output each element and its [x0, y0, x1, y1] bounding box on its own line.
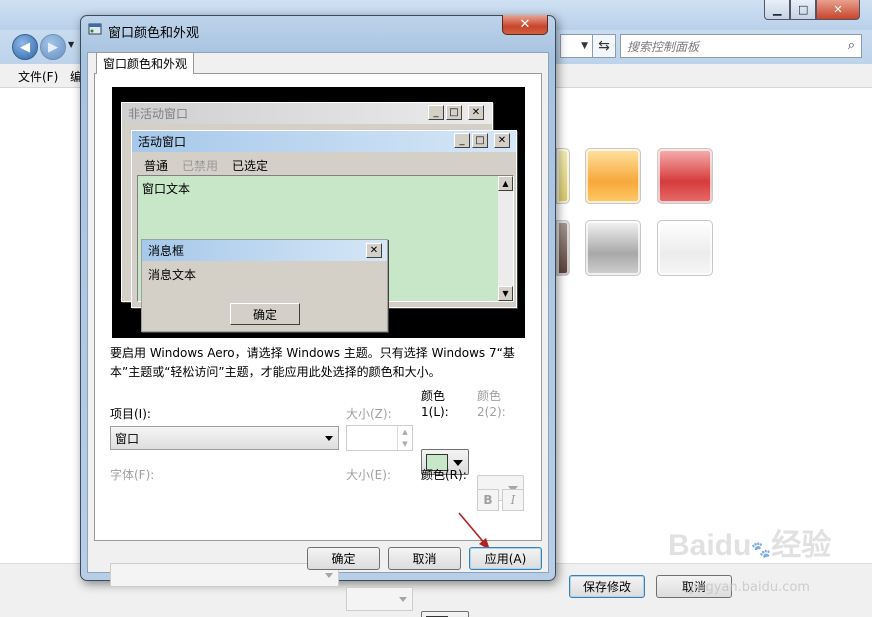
message-box-ok-button: 确定: [230, 303, 300, 325]
preview-menu-normal: 普通: [144, 159, 169, 173]
minimize-icon[interactable]: ▁: [764, 0, 791, 20]
color1-label: 颜色 1(L):: [421, 389, 449, 419]
chevron-down-icon: [399, 597, 407, 602]
search-input[interactable]: 搜索控制面板 ⌕: [620, 34, 862, 58]
bold-button[interactable]: B: [477, 489, 499, 511]
scroll-up-icon: ▲: [498, 176, 513, 191]
message-box-text: 消息文本: [148, 268, 197, 282]
minimize-icon: _: [454, 133, 470, 148]
dialog-app-icon: [88, 22, 102, 36]
dialog-title: 窗口颜色和外观: [108, 26, 200, 41]
font-size-select[interactable]: [346, 587, 413, 611]
background-window-buttons: ▁ □ ✕: [764, 0, 860, 20]
search-icon: ⌕: [847, 38, 855, 53]
color2-label: 颜色 2(2):: [477, 389, 506, 419]
close-icon: ✕: [519, 17, 531, 32]
close-icon: ✕: [494, 133, 510, 148]
item-select[interactable]: 窗口: [110, 426, 339, 450]
chevron-down-icon: [325, 436, 333, 441]
message-box-preview: 消息框 ✕ 消息文本 确定: [141, 239, 388, 332]
minimize-icon: _: [428, 105, 444, 120]
close-icon: ✕: [366, 243, 382, 258]
apply-button[interactable]: 应用(A): [469, 547, 542, 570]
save-changes-button[interactable]: 保存修改: [569, 575, 645, 598]
color-swatch-white[interactable]: [657, 220, 713, 276]
font-label: 字体(F):: [110, 468, 155, 482]
preview-menu-selected: 已选定: [232, 159, 269, 173]
color-swatch-gray[interactable]: [585, 220, 641, 276]
spinner-up-icon[interactable]: ▲: [397, 426, 412, 438]
item-label: 项目(I):: [110, 407, 151, 421]
cancel-button[interactable]: 取消: [388, 547, 461, 570]
font-size-label: 大小(E):: [346, 468, 391, 482]
maximize-icon[interactable]: □: [790, 0, 816, 20]
chevron-down-icon: [325, 573, 333, 578]
size-label: 大小(Z):: [346, 407, 392, 421]
close-icon[interactable]: ✕: [815, 0, 860, 20]
message-box-title: 消息框: [142, 240, 387, 261]
refresh-button[interactable]: ⇆: [592, 34, 616, 58]
ok-button[interactable]: 确定: [307, 547, 380, 570]
forward-arrow-icon[interactable]: ▶: [40, 34, 66, 60]
tab-window-color-appearance[interactable]: 窗口颜色和外观: [96, 52, 194, 74]
color-swatch-orange[interactable]: [585, 148, 641, 204]
history-dropdown-icon[interactable]: ▼: [68, 40, 74, 49]
menu-file[interactable]: 文件(F): [18, 68, 58, 85]
maximize-icon: □: [472, 133, 488, 148]
color-swatch-yellow[interactable]: [556, 148, 570, 204]
font-color-label: 颜色(R):: [421, 468, 467, 482]
preview-window-text: 窗口文本: [142, 182, 191, 196]
scroll-down-icon: ▼: [498, 286, 513, 301]
watermark-url: jingyan.baidu.com: [690, 580, 810, 595]
font-color-button[interactable]: [421, 611, 469, 617]
font-select[interactable]: [110, 563, 339, 587]
close-icon: ✕: [468, 105, 484, 120]
aero-info-text: 要启用 Windows Aero，请选择 Windows 主题。只有选择 Win…: [110, 346, 515, 379]
address-dropdown-icon[interactable]: ▼: [581, 41, 588, 51]
color-swatch-red[interactable]: [657, 148, 713, 204]
paw-icon: 🐾: [751, 542, 772, 559]
preview-scrollbar: [498, 176, 513, 301]
refresh-icon: ⇆: [598, 38, 610, 54]
search-placeholder: 搜索控制面板: [627, 39, 700, 54]
watermark-logo: Baidu🐾经验: [668, 529, 832, 562]
preview-menu-disabled: 已禁用: [182, 159, 219, 173]
dialog-close-button[interactable]: ✕: [502, 15, 548, 35]
back-arrow-icon[interactable]: ◀: [12, 34, 38, 60]
annotation-arrow-icon: [458, 512, 490, 550]
color-swatch-brown[interactable]: [556, 220, 570, 276]
size-spinner[interactable]: ▲ ▼: [346, 425, 413, 451]
spinner-down-icon[interactable]: ▼: [397, 438, 412, 450]
italic-button[interactable]: I: [502, 489, 524, 511]
item-select-value: 窗口: [115, 431, 140, 446]
maximize-icon: □: [446, 105, 462, 120]
